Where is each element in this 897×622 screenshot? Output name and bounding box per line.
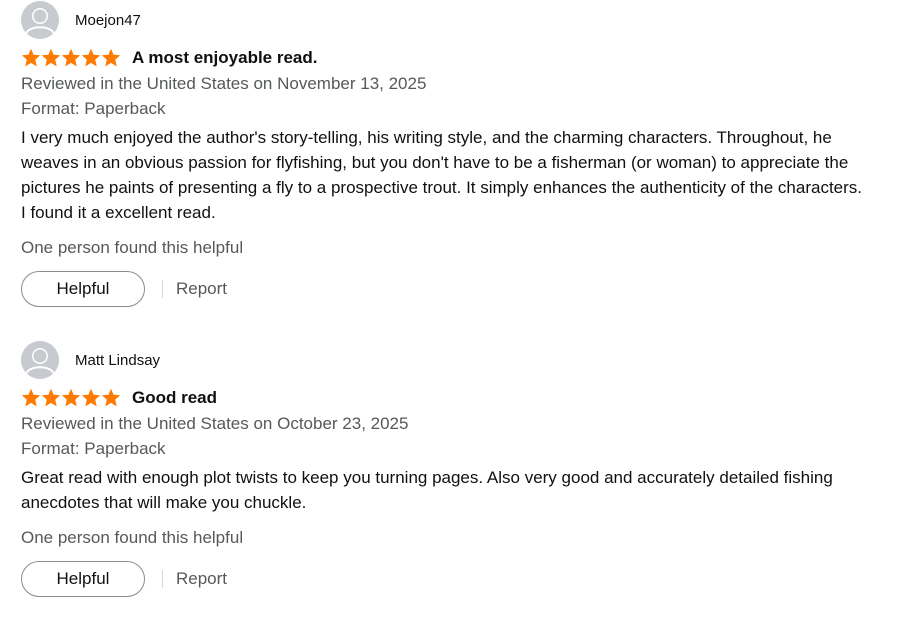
helpful-count: One person found this helpful <box>21 528 244 547</box>
star-icon <box>101 388 121 407</box>
review-title[interactable]: A most enjoyable read. <box>132 48 317 68</box>
star-icon <box>21 48 41 67</box>
reviewer-profile[interactable]: Matt Lindsay <box>21 340 881 380</box>
star-icon <box>61 388 81 407</box>
default-avatar-icon <box>21 341 59 379</box>
review-body: Great read with enough plot twists to ke… <box>21 468 833 512</box>
review-date: Reviewed in the United States on Novembe… <box>21 74 427 93</box>
star-icon <box>21 388 41 407</box>
reviewer-name[interactable]: Matt Lindsay <box>75 352 160 369</box>
avatar[interactable] <box>21 1 59 39</box>
helpful-button[interactable]: Helpful <box>21 271 145 307</box>
report-link[interactable]: Report <box>176 279 227 299</box>
review-card: Moejon47 A most enjoyable read. Reviewed… <box>21 0 881 307</box>
default-avatar-icon <box>21 1 59 39</box>
review-title[interactable]: Good read <box>132 388 217 408</box>
review-body: I very much enjoyed the author's story-t… <box>21 128 863 222</box>
review-format: Format: Paperback <box>21 439 166 458</box>
star-icon <box>41 388 61 407</box>
star-icon <box>61 48 81 67</box>
action-divider <box>162 570 163 588</box>
star-icon <box>81 388 101 407</box>
report-link[interactable]: Report <box>176 569 227 589</box>
helpful-count: One person found this helpful <box>21 238 244 257</box>
star-icon <box>101 48 121 67</box>
review-format: Format: Paperback <box>21 99 166 118</box>
review-date: Reviewed in the United States on October… <box>21 414 409 433</box>
action-divider <box>162 280 163 298</box>
avatar[interactable] <box>21 341 59 379</box>
reviewer-profile[interactable]: Moejon47 <box>21 0 881 40</box>
helpful-button[interactable]: Helpful <box>21 561 145 597</box>
review-card: Matt Lindsay Good read Reviewed in the U… <box>21 340 881 597</box>
star-rating[interactable] <box>21 388 121 408</box>
star-rating[interactable] <box>21 48 121 68</box>
star-icon <box>41 48 61 67</box>
star-icon <box>81 48 101 67</box>
reviewer-name[interactable]: Moejon47 <box>75 12 141 29</box>
